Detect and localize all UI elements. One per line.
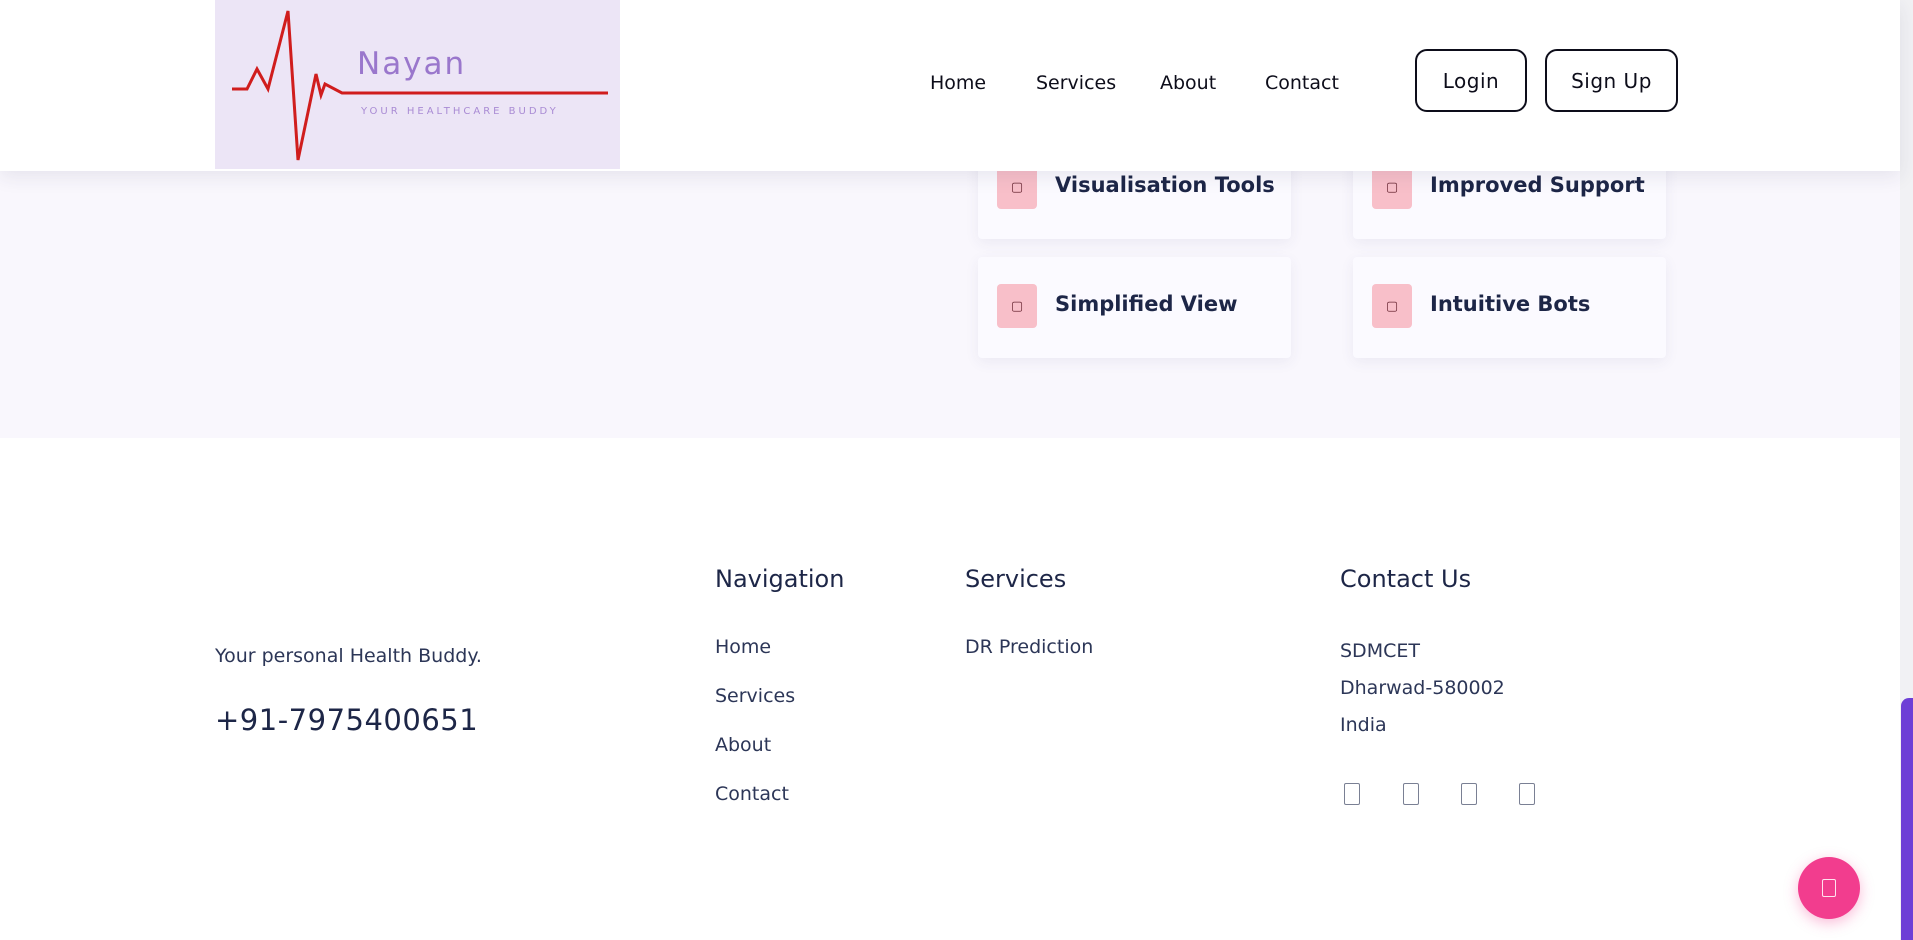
logo[interactable]: Nayan YOUR HEALTHCARE BUDDY [215, 0, 620, 169]
feature-icon: ▢ [1372, 284, 1412, 328]
contact-line: Dharwad-580002 [1340, 677, 1505, 699]
nav-contact[interactable]: Contact [1265, 72, 1339, 94]
contact-line: India [1340, 714, 1387, 736]
feature-icon: ▢ [1372, 165, 1412, 209]
footer-services-heading: Services [965, 565, 1067, 593]
login-button[interactable]: Login [1415, 49, 1527, 112]
social-icon[interactable] [1344, 783, 1360, 805]
chat-icon [1822, 879, 1836, 897]
footer-link-services[interactable]: Services [715, 685, 795, 707]
feature-label: Improved Support [1430, 173, 1645, 197]
footer-link-dr-prediction[interactable]: DR Prediction [965, 636, 1093, 658]
heartbeat-line-icon [232, 10, 608, 161]
scrollbar-thumb[interactable] [1901, 698, 1913, 940]
social-icon[interactable] [1519, 783, 1535, 805]
feature-label: Visualisation Tools [1055, 173, 1275, 197]
page: Nayan YOUR HEALTHCARE BUDDY Home Service… [0, 0, 1913, 940]
feature-label: Simplified View [1055, 292, 1238, 316]
footer-link-home[interactable]: Home [715, 636, 771, 658]
footer-contact-heading: Contact Us [1340, 565, 1472, 593]
footer-phone[interactable]: +91-7975400651 [215, 703, 478, 737]
features-section: ▢ Visualisation Tools ▢ Improved Support… [0, 138, 1900, 438]
social-icon[interactable] [1403, 783, 1419, 805]
nav-about[interactable]: About [1160, 72, 1216, 94]
chat-button[interactable] [1798, 857, 1860, 919]
feature-card: ▢ Simplified View [978, 257, 1291, 358]
footer-tagline: Your personal Health Buddy. [215, 645, 482, 667]
site-header: Nayan YOUR HEALTHCARE BUDDY Home Service… [0, 0, 1900, 171]
logo-tagline: YOUR HEALTHCARE BUDDY [361, 106, 559, 117]
signup-button[interactable]: Sign Up [1545, 49, 1678, 112]
nav-services[interactable]: Services [1036, 72, 1116, 94]
feature-label: Intuitive Bots [1430, 292, 1591, 316]
contact-line: SDMCET [1340, 640, 1420, 662]
footer-link-contact[interactable]: Contact [715, 783, 789, 805]
footer-navigation-heading: Navigation [715, 565, 845, 593]
feature-card: ▢ Intuitive Bots [1353, 257, 1666, 358]
footer-link-about[interactable]: About [715, 734, 771, 756]
social-icon[interactable] [1461, 783, 1477, 805]
feature-icon: ▢ [997, 284, 1037, 328]
nav-home[interactable]: Home [930, 72, 986, 94]
logo-name: Nayan [357, 46, 467, 82]
feature-icon: ▢ [997, 165, 1037, 209]
